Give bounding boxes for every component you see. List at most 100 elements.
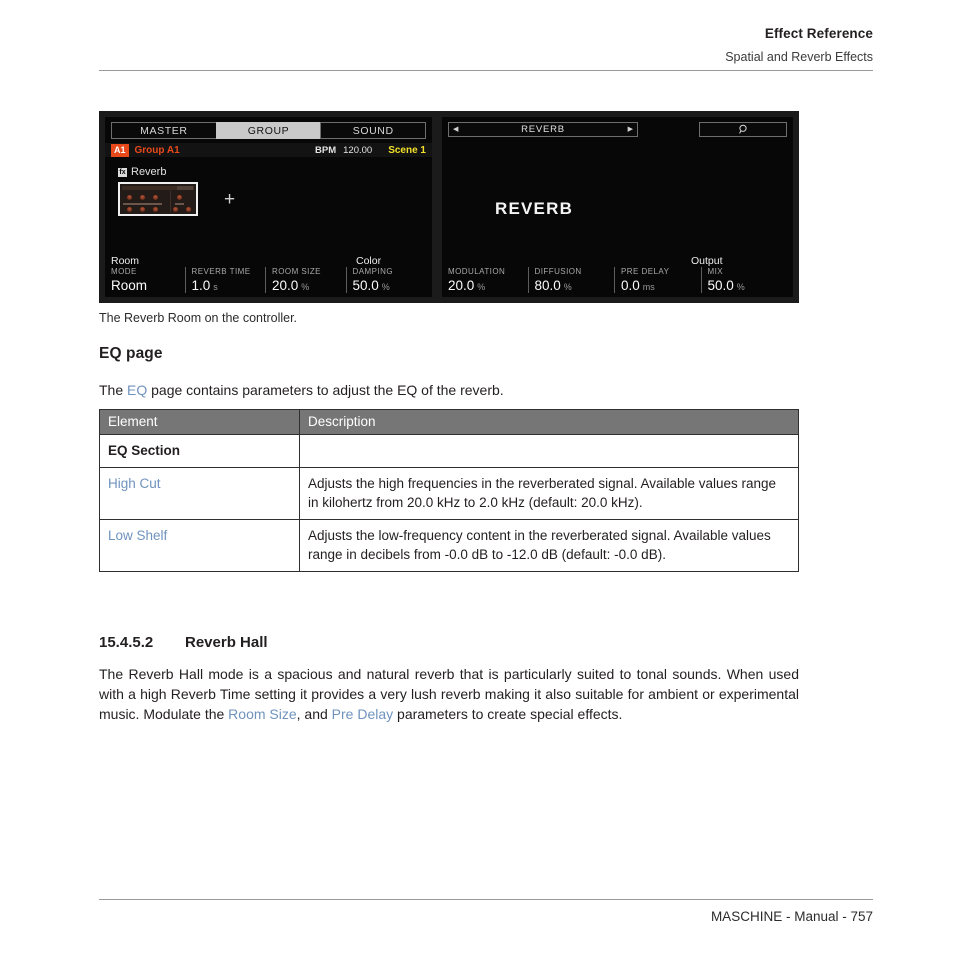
thumbnail-knob [172,206,179,213]
right-parameter-group-labels: Output [442,253,793,267]
param-label: MIX [707,267,724,276]
xref-pre-delay[interactable]: Pre Delay [332,706,393,722]
param-reverb-time[interactable]: REVERB TIME 1.0 s [184,267,266,293]
search-button[interactable] [699,122,787,137]
thumbnail-knob-label [149,214,162,216]
arrow-right-icon[interactable]: ▶ [628,126,633,133]
tab-master[interactable]: MASTER [111,122,216,139]
plugin-nav-row: ◀ REVERB ▶ [448,122,787,137]
eq-parameter-table: Element Description EQ Section High Cut … [99,409,799,572]
param-group-label-room: Room [111,255,140,267]
param-mode[interactable]: MODE Room [111,267,185,293]
eq-intro-paragraph: The EQ page contains parameters to adjus… [99,380,799,400]
param-diffusion[interactable]: DIFFUSION 80.0% [527,267,615,293]
thumbnail-knob-label [136,203,149,205]
footer-divider [99,899,873,900]
thumbnail-knob [185,206,192,213]
param-value: 0.0 ms [621,278,655,293]
thumbnail-knob-label [149,203,162,205]
table-cell-element: EQ Section [99,434,300,468]
thumbnail-knob [139,206,146,213]
param-value: 50.0% [352,278,390,293]
controller-left-display: MASTER GROUP SOUND A1 Group A1 BPM 120.0… [105,117,432,297]
controller-figure: MASTER GROUP SOUND A1 Group A1 BPM 120.0… [99,111,799,303]
thumbnail-knob [126,194,133,201]
plugin-nav-box[interactable]: ◀ REVERB ▶ [448,122,638,137]
xref-room-size[interactable]: Room Size [228,706,296,722]
thumbnail-knob [152,194,159,201]
section-title: Reverb Hall [185,634,268,651]
param-label: DAMPING [352,267,393,276]
thumbnail-knob-label [123,214,136,216]
group-name: Group A1 [134,144,180,156]
fx-icon: fx [118,167,127,177]
left-parameter-strip: MODE Room REVERB TIME 1.0 s ROOM SIZE 20.… [105,267,432,297]
param-room-size[interactable]: ROOM SIZE 20.0% [265,267,346,293]
thumbnail-knob-label [175,203,184,205]
plugin-thumbnail[interactable] [118,182,198,216]
plugin-slot-row: + [118,182,432,216]
header-divider [99,70,873,71]
param-label: DIFFUSION [534,267,582,276]
display-tab-bar: MASTER GROUP SOUND [111,122,427,139]
param-value: 50.0% [707,278,745,293]
tab-group[interactable]: GROUP [215,122,321,139]
search-icon [738,124,747,134]
controller-right-display: ◀ REVERB ▶ REVERB Output MODULATION 20.0… [442,117,793,297]
table-header-element: Element [99,409,300,435]
table-cell-description: Adjusts the high frequencies in the reve… [299,467,799,520]
group-badge: A1 [111,143,129,157]
tab-sound[interactable]: SOUND [320,122,427,139]
param-mix[interactable]: MIX 50.0% [700,267,788,293]
add-plugin-icon[interactable]: + [224,190,235,209]
eq-intro-pre: The [99,382,128,398]
table-link-high-cut[interactable]: High Cut [108,476,161,491]
right-parameter-zone: Output MODULATION 20.0% DIFFUSION 80.0% … [442,253,793,297]
table-link-low-shelf[interactable]: Low Shelf [108,528,167,543]
thumbnail-knob [126,206,133,213]
scene-name: Scene 1 [388,144,426,156]
param-value: 20.0% [448,278,486,293]
section-heading-eq-page: EQ page [99,345,163,362]
table-header-row: Element Description [99,409,799,435]
footer-text: MASCHINE - Manual - 757 [710,909,873,924]
param-pre-delay[interactable]: PRE DELAY 0.0 ms [614,267,701,293]
eq-xref-link[interactable]: EQ [127,382,147,398]
param-damping[interactable]: DAMPING 50.0% [345,267,427,293]
plugin-slot-header: fx Reverb [118,166,432,178]
header-subtitle: Spatial and Reverb Effects [725,50,873,64]
figure-caption: The Reverb Room on the controller. [99,311,298,325]
thumbnail-knob-label [182,214,195,216]
table-cell-description: Adjusts the low-frequency content in the… [299,519,799,572]
group-status-bar: A1 Group A1 BPM 120.00 Scene 1 [105,143,432,157]
header-title: Effect Reference [764,26,873,41]
param-label: MODE [111,267,137,276]
param-label: ROOM SIZE [272,267,321,276]
table-row: Low Shelf Adjusts the low-frequency cont… [99,519,799,572]
effect-title: REVERB [495,199,574,218]
param-label: MODULATION [448,267,506,276]
table-cell-element: Low Shelf [99,519,300,572]
param-label: REVERB TIME [191,267,251,276]
bpm-label: BPM [315,144,337,156]
page-footer: MASCHINE - Manual - 757 [99,899,873,924]
param-group-label-color: Color [356,255,382,267]
param-value: Room [111,278,148,293]
table-row: High Cut Adjusts the high frequencies in… [99,467,799,520]
thumbnail-knob [152,206,159,213]
bpm-value: 120.00 [343,144,373,156]
param-modulation[interactable]: MODULATION 20.0% [448,267,528,293]
table-cell-element: High Cut [99,467,300,520]
table-header-description: Description [299,409,799,435]
thumbnail-knob-label [169,214,182,216]
page-header: Effect Reference Spatial and Reverb Effe… [99,26,873,71]
param-value: 80.0% [534,278,572,293]
left-parameter-zone: Room Color MODE Room REVERB TIME 1.0 s RO… [105,253,432,297]
left-parameter-group-labels: Room Color [105,253,432,267]
section-heading-reverb-hall: 15.4.5.2 Reverb Hall [99,634,268,651]
right-parameter-strip: MODULATION 20.0% DIFFUSION 80.0% PRE DEL… [442,267,793,297]
reverb-hall-paragraph: The Reverb Hall mode is a spacious and n… [99,664,799,724]
table-cell-description [299,434,799,468]
param-label: PRE DELAY [621,267,670,276]
